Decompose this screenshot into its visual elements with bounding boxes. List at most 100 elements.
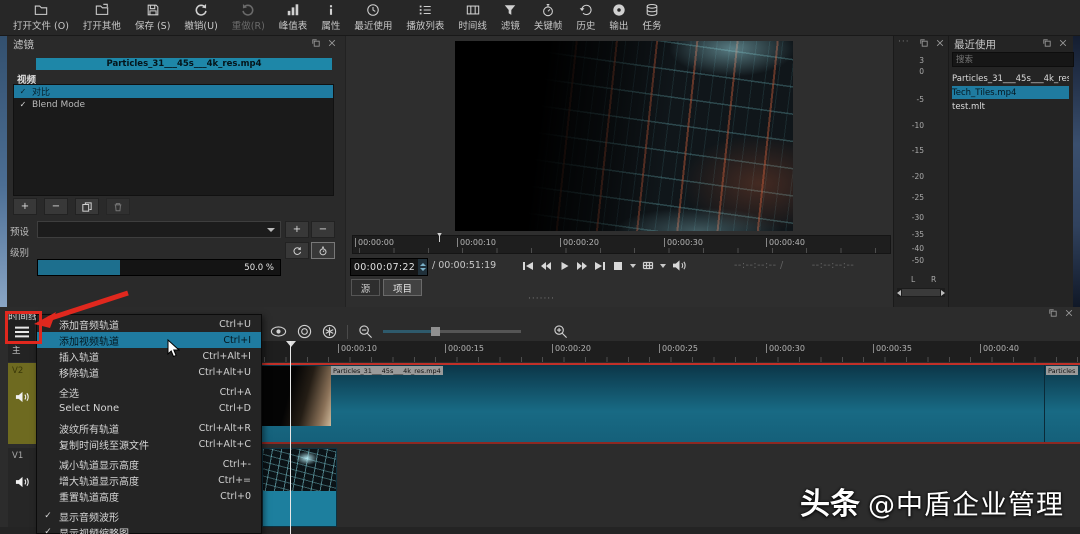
zoom-out-icon[interactable] [358,324,373,339]
preset-add-button[interactable]: + [285,221,309,238]
redo-button[interactable]: 重做(R) [225,1,272,35]
menu-item[interactable]: 插入轨道 Ctrl+Alt+I [37,348,261,364]
master-track-header[interactable]: 主 [8,341,36,362]
recent-button[interactable]: 最近使用 [347,1,399,35]
rewind-button[interactable] [540,260,552,272]
stop-button[interactable] [612,260,624,272]
menu-item[interactable]: 添加视频轨道 Ctrl+I [37,332,261,348]
menu-item[interactable]: 移除轨道 Ctrl+Alt+U [37,364,261,380]
scroll-left-icon[interactable] [897,290,901,296]
close-panel-icon[interactable] [935,38,945,48]
recent-file-row[interactable]: Tech_Tiles.mp4 [952,86,1069,99]
menu-item[interactable]: ✓ 显示视频缩略图 [37,524,261,534]
filters-button[interactable]: 滤镜 [494,1,527,35]
playlist-button[interactable]: 播放列表 [399,1,451,35]
close-panel-icon[interactable] [1064,308,1074,318]
paste-filters-button[interactable] [106,198,130,215]
filter-row[interactable]: ✓ Blend Mode [14,98,333,111]
preview-scrubber[interactable]: 00:00:00 00:00:10 00:00:20 00:00:30 00:0… [352,235,891,254]
tab-source[interactable]: 源 [351,279,380,296]
peak-meter-button[interactable]: 峰值表 [272,1,315,35]
timeline-playhead-grip[interactable] [286,341,296,347]
export-button[interactable]: 输出 [602,1,635,35]
keyframes-button[interactable]: 关键帧 [527,1,570,35]
timeline-menu-button[interactable] [8,320,35,343]
level-slider[interactable]: 50.0 % [37,259,281,276]
zoom-in-icon[interactable] [553,324,568,339]
v1-track-header[interactable]: V1 [8,448,36,527]
close-panel-icon[interactable] [1058,38,1068,48]
menu-item[interactable]: 波纹所有轨道 Ctrl+Alt+R [37,420,261,436]
scrub-while-dragging-icon[interactable] [270,324,287,339]
preset-remove-button[interactable]: − [311,221,335,238]
snap-icon[interactable] [297,324,312,339]
fast-forward-button[interactable] [576,260,588,272]
properties-button[interactable]: 属性 [314,1,347,35]
tab-project[interactable]: 项目 [383,279,422,296]
play-button[interactable] [558,260,570,272]
menu-item[interactable]: 复制时间线至源文件 Ctrl+Alt+C [37,436,261,452]
menu-item[interactable]: 全选 Ctrl+A [37,384,261,400]
float-panel-icon[interactable] [1042,38,1052,48]
recent-panel: 最近使用 Particles_31___45s___4k_res.mp4 Tec… [948,36,1073,307]
jobs-button[interactable]: 任务 [635,1,668,35]
timeline-playhead[interactable] [290,341,291,534]
save-button[interactable]: 保存 (S) [128,1,177,35]
skip-end-button[interactable] [594,260,606,272]
copy-filters-button[interactable] [75,198,99,215]
history-button[interactable]: 历史 [569,1,602,35]
v1-clip-thumbnail [263,449,336,491]
recent-file-row[interactable]: Particles_31___45s___4k_res.mp4 [952,72,1069,85]
menu-item[interactable]: Select None Ctrl+D [37,400,261,416]
filter-row[interactable]: ✓ 对比 [14,85,333,98]
remove-filter-button[interactable]: − [44,198,68,215]
skip-start-button[interactable] [522,260,534,272]
stop-menu-caret[interactable] [630,264,636,268]
menu-item[interactable]: 重置轨道高度 Ctrl+0 [37,488,261,504]
close-panel-icon[interactable] [327,38,337,48]
recent-file-name: Tech_Tiles.mp4 [952,88,1016,98]
undo-button[interactable]: 撤销(U) [177,1,224,35]
level-keyframes-button[interactable] [311,242,335,259]
meter-scrollbar[interactable] [897,288,945,297]
shotcut-window: 打开文件 (O) 打开其他 保存 (S) 撤销(U) 重做(R) 峰值表 属性 … [0,0,1080,534]
zoom-slider-handle[interactable] [431,327,440,336]
ripple-icon[interactable] [322,324,337,339]
grid-menu-caret[interactable] [660,264,666,268]
v1-clip[interactable] [262,448,337,527]
open-file-button[interactable]: 打开文件 (O) [6,1,76,35]
timeline-button[interactable]: 时间线 [451,1,494,35]
menu-item[interactable]: ✓ 显示音频波形 [37,508,261,524]
filter-checkbox[interactable]: ✓ [14,87,32,96]
float-panel-icon[interactable] [919,38,929,48]
meter-overflow-dots[interactable]: ··· [898,37,910,47]
v2-track-header[interactable]: V2 [8,363,36,444]
scroll-right-icon[interactable] [941,290,945,296]
zoom-slider[interactable] [383,330,521,333]
splitter-handle[interactable]: ······· [528,294,555,304]
stopwatch-icon [318,246,328,256]
volume-icon[interactable] [672,259,687,272]
search-input[interactable] [952,52,1074,67]
filter-checkbox[interactable]: ✓ [14,100,32,109]
spin-up-icon[interactable] [420,263,426,266]
preview-playhead[interactable] [435,233,444,242]
scroll-thumb[interactable] [902,289,940,296]
spin-down-icon[interactable] [420,268,426,271]
grid-button[interactable] [642,260,654,272]
menu-item[interactable]: 增大轨道显示高度 Ctrl+= [37,472,261,488]
menu-item[interactable]: 添加音频轨道 Ctrl+U [37,316,261,332]
menu-item[interactable]: 减小轨道显示高度 Ctrl+- [37,456,261,472]
timeline-window-controls [1048,308,1074,318]
float-panel-icon[interactable] [311,38,321,48]
timecode-spinner[interactable] [418,259,427,275]
preset-combobox[interactable] [37,221,281,238]
mute-icon[interactable] [15,390,30,404]
float-panel-icon[interactable] [1048,308,1058,318]
mute-icon[interactable] [15,475,30,489]
position-timecode[interactable]: 00:00:07:22 [350,258,428,276]
add-filter-button[interactable]: + [13,198,37,215]
level-reset-button[interactable] [285,242,309,259]
open-other-button[interactable]: 打开其他 [76,1,128,35]
recent-file-row[interactable]: test.mlt [952,100,1069,113]
